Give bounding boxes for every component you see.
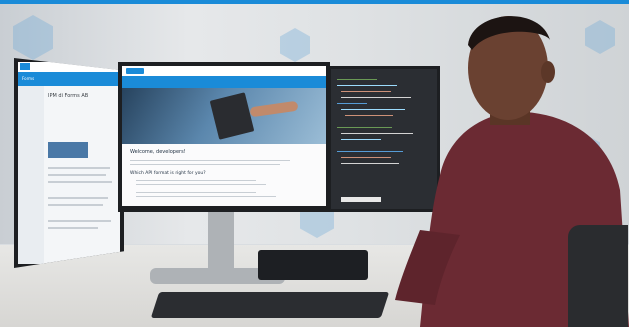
left-monitor: Forms IPM di Forms AB [14,58,124,268]
monitor-stand [208,212,234,272]
office-chair [568,225,628,327]
center-monitor: Welcome, developers! Which API format is… [118,62,330,212]
center-welcome-heading: Welcome, developers! [130,149,186,155]
left-page-heading: IPM di Forms AB [48,93,89,99]
keyboard [150,292,390,318]
center-section-heading: Which API format is right for you? [130,171,206,176]
left-monitor-screen: Forms IPM di Forms AB [18,62,120,264]
photo-scene: Forms IPM di Forms AB Welcome, developer… [0,0,629,327]
mini-pc [258,250,368,280]
left-nav-title: Forms [22,76,35,81]
center-monitor-screen: Welcome, developers! Which API format is… [122,66,326,206]
person-ear [541,61,555,83]
